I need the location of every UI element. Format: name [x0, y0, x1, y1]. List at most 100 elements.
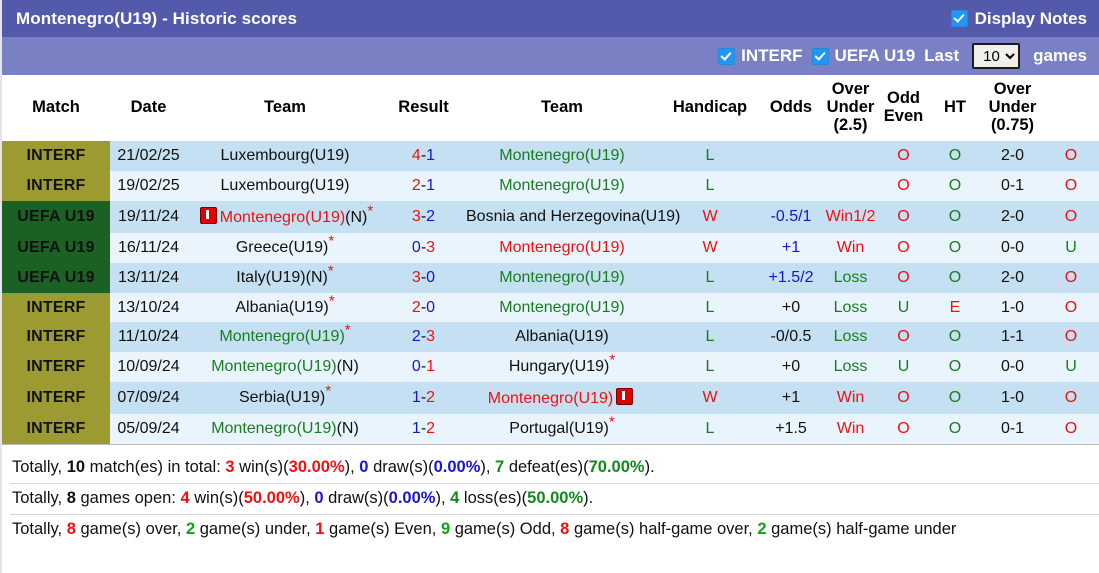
- cell-odd-even: O: [928, 200, 982, 233]
- cell-odds: [822, 170, 879, 201]
- col-header-date[interactable]: Date: [110, 75, 187, 141]
- cell-home-team[interactable]: Italy(U19)(N)*: [187, 262, 383, 293]
- table-row[interactable]: INTERF 21/02/25 Luxembourg(U19) 4-1 Monteneg…: [2, 141, 1099, 171]
- col-header-home-team[interactable]: Team: [187, 75, 383, 141]
- cell-handicap: +0: [760, 292, 822, 323]
- team-name: Montenegro(U19): [219, 328, 345, 346]
- cell-handicap: +1.5: [760, 414, 822, 445]
- cell-home-team[interactable]: Luxembourg(U19): [187, 170, 383, 201]
- cell-match[interactable]: UEFA U19: [2, 262, 110, 293]
- cell-over-under-075: U: [1043, 352, 1099, 383]
- note-asterisk: *: [328, 232, 335, 250]
- cell-match[interactable]: UEFA U19: [2, 232, 110, 263]
- col-header-match[interactable]: Match: [2, 75, 110, 141]
- team-name: Bosnia and Herzegovina(U19): [466, 207, 681, 225]
- cell-result: 0-3: [383, 232, 464, 263]
- cell-away-team[interactable]: Montenegro(U19): [464, 232, 660, 263]
- neutral-venue-marker: (N): [345, 208, 368, 226]
- cell-away-team[interactable]: Portugal(U19)*: [464, 414, 660, 445]
- cell-handicap: [760, 170, 822, 201]
- cell-away-team[interactable]: Montenegro(U19): [464, 292, 660, 323]
- cell-odds: Loss: [822, 262, 879, 293]
- col-header-over-under-25[interactable]: Over Under (2.5): [822, 75, 879, 141]
- table-row[interactable]: INTERF 13/10/24 Albania(U19)* 2-0 Montenegro…: [2, 292, 1099, 323]
- cell-home-team[interactable]: Luxembourg(U19): [187, 141, 383, 171]
- last-label: Last: [924, 46, 960, 65]
- cell-home-team[interactable]: Greece(U19)*: [187, 232, 383, 263]
- cell-ht-score: 0-1: [982, 414, 1043, 445]
- cell-odd-even: O: [928, 170, 982, 201]
- cell-win-loss: L: [660, 170, 760, 201]
- cell-over-under-25: U: [879, 352, 928, 383]
- col-header-odds[interactable]: Odds: [760, 75, 822, 141]
- cell-home-team[interactable]: Montenegro(U19)(N)*: [187, 200, 383, 233]
- table-row[interactable]: INTERF 19/02/25 Luxembourg(U19) 2-1 Monteneg…: [2, 170, 1099, 201]
- neutral-venue-marker: (N): [336, 358, 359, 376]
- cell-odds: Win1/2: [822, 200, 879, 233]
- interf-checkbox-icon[interactable]: [718, 47, 736, 65]
- cell-match[interactable]: INTERF: [2, 382, 110, 415]
- filter-uefa-u19[interactable]: UEFA U19: [811, 46, 915, 66]
- table-row[interactable]: INTERF 10/09/24 Montenegro(U19)(N) 0-1 Hunga…: [2, 352, 1099, 383]
- cell-away-team[interactable]: Montenegro(U19): [464, 262, 660, 293]
- cell-away-team[interactable]: Montenegro(U19): [464, 170, 660, 201]
- cell-match[interactable]: INTERF: [2, 352, 110, 383]
- cell-home-team[interactable]: Montenegro(U19)*: [187, 322, 383, 353]
- cell-match[interactable]: UEFA U19: [2, 200, 110, 233]
- cell-result: 3-2: [383, 200, 464, 233]
- team-name: Montenegro(U19): [219, 208, 346, 226]
- display-notes-toggle[interactable]: Display Notes: [950, 9, 1087, 29]
- filter-interf[interactable]: INTERF: [718, 46, 803, 66]
- col-header-odd-even[interactable]: Odd Even: [879, 75, 928, 141]
- page-title: Montenegro(U19) - Historic scores: [16, 8, 298, 28]
- cell-over-under-25: O: [879, 414, 928, 445]
- cell-date: 11/10/24: [110, 322, 187, 353]
- cell-odds: Loss: [822, 292, 879, 323]
- col-header-over-under-075[interactable]: Over Under (0.75): [982, 75, 1043, 141]
- col-header-ht[interactable]: HT: [928, 75, 982, 141]
- cell-over-under-25: O: [879, 382, 928, 415]
- uefa-u19-checkbox-icon[interactable]: [811, 47, 829, 65]
- cell-over-under-075: O: [1043, 170, 1099, 201]
- cell-match[interactable]: INTERF: [2, 414, 110, 445]
- table-row[interactable]: UEFA U19 19/11/24 Montenegro(U19)(N)* 3-2 Bo…: [2, 200, 1099, 233]
- table-row[interactable]: UEFA U19 13/11/24 Italy(U19)(N)* 3-0 Montene…: [2, 262, 1099, 293]
- cell-away-team[interactable]: Bosnia and Herzegovina(U19): [464, 200, 680, 233]
- col-header-result[interactable]: Result: [383, 75, 464, 141]
- cell-match[interactable]: INTERF: [2, 322, 110, 353]
- neutral-venue-marker: (N): [336, 420, 359, 438]
- cell-home-team[interactable]: Serbia(U19)*: [187, 382, 383, 415]
- summary-line-total: Totally, 10 match(es) in total: 3 win(s)…: [12, 458, 655, 477]
- cell-home-team[interactable]: Albania(U19)*: [187, 292, 383, 323]
- team-name: Albania(U19): [515, 328, 609, 346]
- table-row[interactable]: INTERF 11/10/24 Montenegro(U19)* 2-3 Albania…: [2, 322, 1099, 353]
- cell-date: 13/10/24: [110, 292, 187, 323]
- games-count-select[interactable]: 10203050: [972, 43, 1021, 69]
- cell-over-under-075: O: [1043, 322, 1099, 353]
- cell-away-team[interactable]: Montenegro(U19): [464, 382, 660, 415]
- cell-over-under-075: O: [1043, 200, 1099, 233]
- table-body: INTERF 21/02/25 Luxembourg(U19) 4-1 Monteneg…: [2, 141, 1099, 445]
- cell-match[interactable]: INTERF: [2, 292, 110, 323]
- cell-home-team[interactable]: Montenegro(U19)(N): [187, 352, 383, 383]
- cell-result: 1-2: [383, 414, 464, 445]
- cell-away-team[interactable]: Montenegro(U19): [464, 141, 660, 171]
- cell-win-loss: L: [660, 414, 760, 445]
- team-name: Italy(U19): [236, 268, 306, 286]
- cell-away-team[interactable]: Albania(U19): [464, 322, 660, 353]
- cell-away-team[interactable]: Hungary(U19)*: [464, 352, 660, 383]
- cell-match[interactable]: INTERF: [2, 170, 110, 201]
- cell-match[interactable]: INTERF: [2, 141, 110, 171]
- display-notes-checkbox-icon[interactable]: [950, 10, 968, 27]
- team-name: Albania(U19): [235, 298, 329, 316]
- table-row[interactable]: INTERF 05/09/24 Montenegro(U19)(N) 1-2 Portu…: [2, 414, 1099, 445]
- filter-bar: INTERF UEFA U19 Last 10203050 games: [2, 37, 1099, 75]
- note-asterisk: *: [328, 292, 335, 310]
- col-header-away-team[interactable]: Team: [464, 75, 660, 141]
- col-header-handicap[interactable]: Handicap: [660, 75, 760, 141]
- cell-win-loss: L: [660, 292, 760, 323]
- cell-home-team[interactable]: Montenegro(U19)(N): [187, 414, 383, 445]
- table-row[interactable]: INTERF 07/09/24 Serbia(U19)* 1-2 Montenegro(…: [2, 382, 1099, 415]
- cell-handicap: +0: [760, 352, 822, 383]
- table-row[interactable]: UEFA U19 16/11/24 Greece(U19)* 0-3 Montenegr…: [2, 232, 1099, 263]
